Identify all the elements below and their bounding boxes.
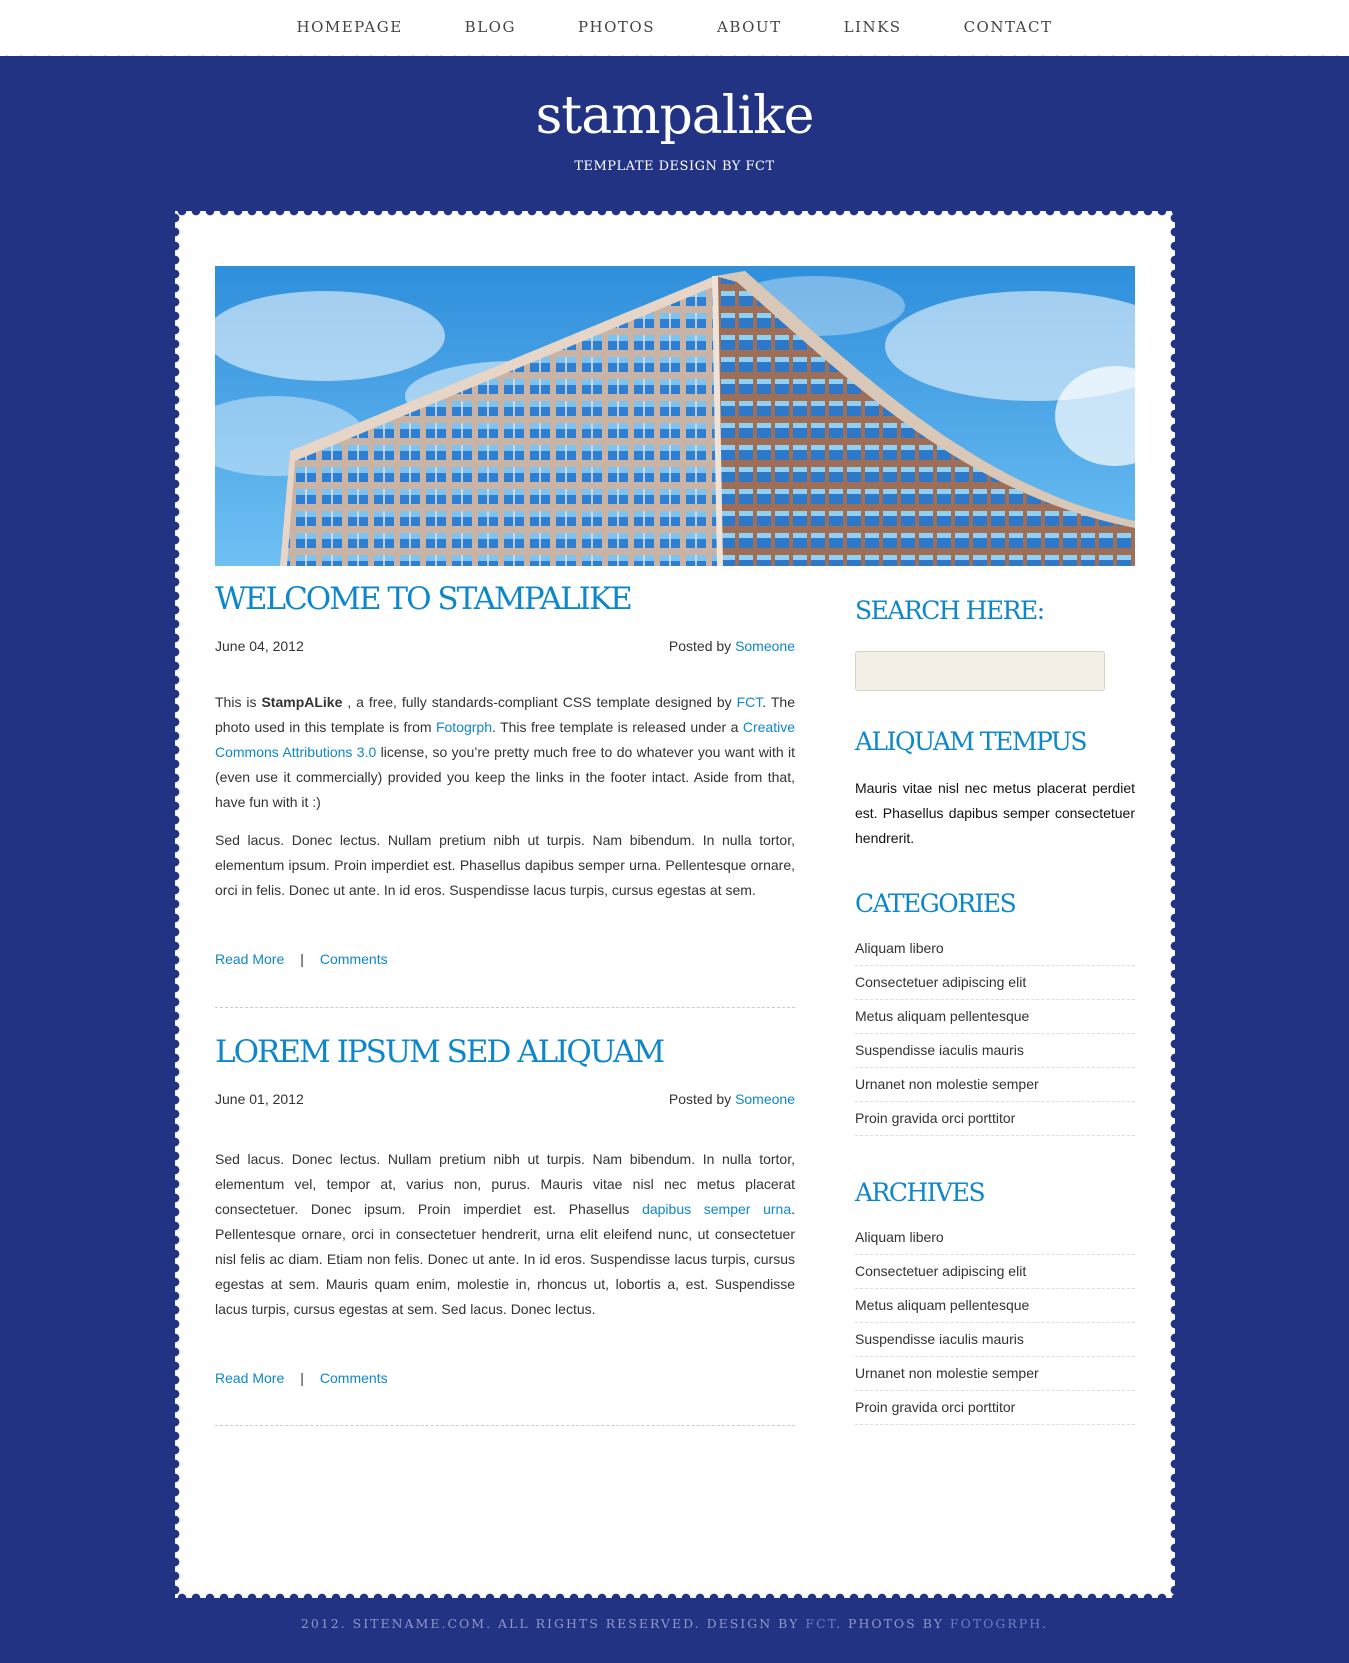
dapibus-link[interactable]: dapibus semper urna [642,1201,791,1217]
category-item[interactable]: Proin gravida orci porttitor [855,1102,1135,1136]
archives-title: ARCHIVES [855,1178,986,1207]
fotogrph-link[interactable]: Fotogrph [436,719,492,735]
text-run: . Pellentesque ornare, orci in consectet… [215,1201,795,1318]
category-item[interactable]: Urnanet non molestie semper [855,1068,1135,1102]
sidebar: SEARCH HERE: ALIQUAM TEMPUS Mauris vitae… [855,596,1135,1425]
comments-link[interactable]: Comments [320,951,388,967]
category-item[interactable]: Aliquam libero [855,936,1135,966]
archive-item[interactable]: Consectetuer adipiscing elit [855,1255,1135,1289]
footer-text: . PHOTOS BY [836,1616,950,1631]
post-body: This is StampALike , a free, fully stand… [215,690,795,903]
hero-building-image [215,266,1135,566]
stamp-edge-right [1169,211,1181,1598]
nav-item-links[interactable]: LINKS [813,18,933,36]
post-meta: June 01, 2012 Posted by Someone [215,1091,795,1107]
stamp-edge-top [175,205,1175,217]
archives-list: Aliquam libero Consectetuer adipiscing e… [855,1225,1135,1425]
post-article: WELCOME TO STAMPALIKE June 04, 2012 Post… [215,581,795,1009]
post-date: June 04, 2012 [215,638,304,655]
post-actions: Read More | Comments [215,951,795,967]
action-separator: | [300,951,304,968]
post-date: June 01, 2012 [215,1091,304,1108]
nav-item-contact[interactable]: CONTACT [933,18,1084,36]
footer-text: 2012. SITENAME.COM. ALL RIGHTS RESERVED.… [300,1616,806,1631]
author-link[interactable]: Someone [735,638,795,654]
post-byline: Posted by Someone [669,1091,795,1107]
category-item[interactable]: Suspendisse iaculis mauris [855,1034,1135,1068]
comments-link[interactable]: Comments [320,1370,388,1386]
top-navigation: HOMEPAGE BLOG PHOTOS ABOUT LINKS CONTACT [0,0,1349,56]
content-stamp-card: WELCOME TO STAMPALIKE June 04, 2012 Post… [169,205,1181,1604]
post-title[interactable]: LOREM IPSUM SED ALIQUAM [215,1034,795,1071]
text-run: This is [215,694,262,711]
post-paragraph: Sed lacus. Donec lectus. Nullam pretium … [215,832,795,899]
post-divider [215,1007,795,1009]
category-item[interactable]: Metus aliquam pellentesque [855,1000,1135,1034]
site-footer: 2012. SITENAME.COM. ALL RIGHTS RESERVED.… [0,1616,1349,1631]
footer-fct-link[interactable]: FCT [805,1616,836,1631]
bold-brand: StampALike [261,694,343,711]
post-paragraph: This is StampALike , a free, fully stand… [215,690,795,815]
text-run: , a free, fully standards-compliant CSS … [342,694,737,711]
nav-item-photos[interactable]: PHOTOS [547,18,686,36]
stamp-edge-bottom [175,1592,1175,1604]
post-meta: June 04, 2012 Posted by Someone [215,638,795,654]
site-title[interactable]: stampalike [0,86,1349,146]
posted-by-label: Posted by [668,1091,732,1108]
posts-column: WELCOME TO STAMPALIKE June 04, 2012 Post… [215,581,795,1427]
post-paragraph: Sed lacus. Donec lectus. Nullam pretium … [215,1147,795,1322]
action-separator: | [300,1370,304,1387]
search-title: SEARCH HERE: [855,596,1045,625]
nav-list: HOMEPAGE BLOG PHOTOS ABOUT LINKS CONTACT [0,0,1349,36]
nav-item-blog[interactable]: BLOG [434,18,547,36]
nav-item-about[interactable]: ABOUT [686,18,813,36]
footer-text: . [1042,1616,1049,1631]
nav-item-homepage[interactable]: HOMEPAGE [266,18,434,36]
aliquam-text: Mauris vitae nisl nec metus placerat per… [855,780,1135,846]
post-actions: Read More | Comments [215,1370,795,1386]
stamp-edge-left [169,211,181,1598]
search-input[interactable] [855,651,1105,691]
archive-item[interactable]: Aliquam libero [855,1225,1135,1255]
archive-item[interactable]: Metus aliquam pellentesque [855,1289,1135,1323]
aliquam-title: ALIQUAM TEMPUS [855,727,1088,756]
archive-item[interactable]: Suspendisse iaculis mauris [855,1323,1135,1357]
read-more-link[interactable]: Read More [215,1370,284,1386]
post-divider [215,1425,795,1427]
fct-link[interactable]: FCT [737,694,763,710]
post-article: LOREM IPSUM SED ALIQUAM June 01, 2012 Po… [215,1034,795,1427]
text-run: . This free template is released under a [492,719,743,736]
building-illustration [215,266,1135,566]
post-title[interactable]: WELCOME TO STAMPALIKE [215,581,795,618]
post-byline: Posted by Someone [669,638,795,654]
categories-title: CATEGORIES [855,889,1017,918]
read-more-link[interactable]: Read More [215,951,284,967]
category-item[interactable]: Consectetuer adipiscing elit [855,966,1135,1000]
post-body: Sed lacus. Donec lectus. Nullam pretium … [215,1147,795,1322]
footer-fotogrph-link[interactable]: FOTOGRPH [950,1616,1042,1631]
author-link[interactable]: Someone [735,1091,795,1107]
posted-by-label: Posted by [668,638,732,655]
archive-item[interactable]: Urnanet non molestie semper [855,1357,1135,1391]
site-tagline: TEMPLATE DESIGN BY FCT [574,159,775,174]
archive-item[interactable]: Proin gravida orci porttitor [855,1391,1135,1425]
categories-list: Aliquam libero Consectetuer adipiscing e… [855,936,1135,1136]
nav-scallop-edge [0,52,1349,60]
